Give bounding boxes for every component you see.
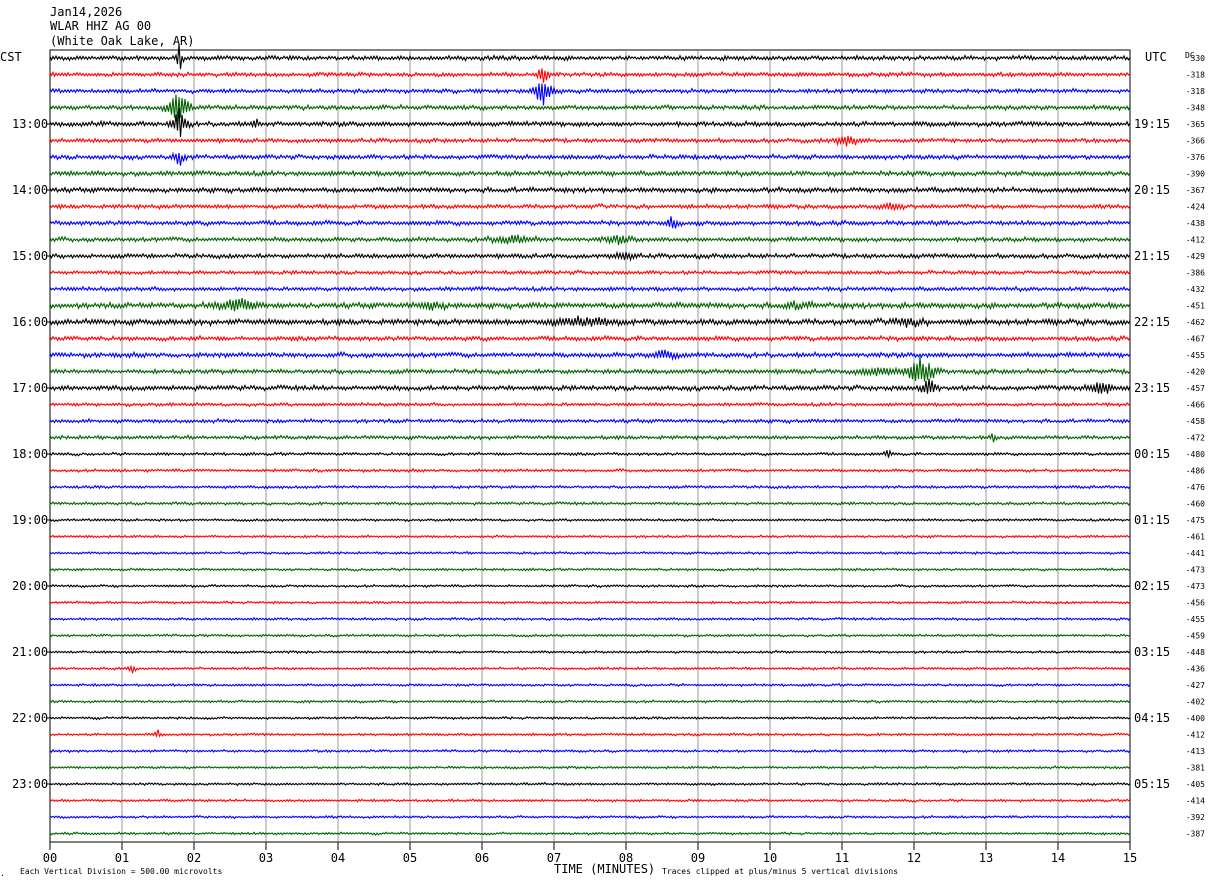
dc-offset-label: -414 (1186, 797, 1205, 806)
dc-offset-label: -459 (1186, 632, 1205, 641)
dc-offset-label: -473 (1186, 582, 1205, 591)
footer-scale-note: Each Vertical Division = 500.00 microvol… (20, 867, 222, 876)
right-hour-label: 23:15 (1134, 381, 1170, 395)
dc-offset-label: 330 (1191, 54, 1206, 63)
dc-offset-label: -475 (1186, 516, 1205, 525)
dc-offset-label: -467 (1186, 335, 1205, 344)
dc-offset-label: -456 (1186, 599, 1205, 608)
x-tick-label: 12 (907, 851, 921, 865)
dc-offset-label: -432 (1186, 285, 1205, 294)
header-location: (White Oak Lake, AR) (50, 34, 195, 48)
footer-clip-note: Traces clipped at plus/minus 5 vertical … (662, 867, 898, 876)
dc-offset-label: -390 (1186, 170, 1205, 179)
dc-offset-label: -451 (1186, 302, 1205, 311)
left-timezone-label: CST (0, 50, 22, 64)
x-tick-label: 15 (1123, 851, 1137, 865)
right-hour-label: 03:15 (1134, 645, 1170, 659)
right-hour-label: 01:15 (1134, 513, 1170, 527)
x-axis-title: TIME (MINUTES) (554, 862, 655, 876)
dc-offset-label: -429 (1186, 252, 1205, 261)
dc-offset-label: -413 (1186, 747, 1205, 756)
left-hour-label: 22:00 (12, 711, 48, 725)
right-hour-label: 00:15 (1134, 447, 1170, 461)
right-hour-label: 21:15 (1134, 249, 1170, 263)
dc-offset-label: -473 (1186, 566, 1205, 575)
x-tick-label: 09 (691, 851, 705, 865)
dc-offset-label: -400 (1186, 714, 1205, 723)
dc-offset-label: -376 (1186, 153, 1205, 162)
right-timezone-label: UTC (1145, 50, 1167, 64)
dc-offset-label: -365 (1186, 120, 1205, 129)
dc-offset-label: -402 (1186, 698, 1205, 707)
dc-offset-label: -367 (1186, 186, 1205, 195)
x-tick-label: 10 (763, 851, 777, 865)
dc-offset-label: -457 (1186, 384, 1205, 393)
dc-offset-label: -466 (1186, 401, 1205, 410)
dc-offset-label: -318 (1186, 87, 1205, 96)
dc-offset-label: -480 (1186, 450, 1205, 459)
left-hour-label: 19:00 (12, 513, 48, 527)
dc-offset-label: -461 (1186, 533, 1205, 542)
dc-offset-label: -438 (1186, 219, 1205, 228)
dc-offset-label: -318 (1186, 71, 1205, 80)
header-date: Jan14,2026 (50, 5, 122, 19)
left-hour-label: 14:00 (12, 183, 48, 197)
left-hour-label: 21:00 (12, 645, 48, 659)
left-hour-label: 20:00 (12, 579, 48, 593)
right-hour-label: 04:15 (1134, 711, 1170, 725)
dc-offset-label: -348 (1186, 104, 1205, 113)
x-tick-label: 05 (403, 851, 417, 865)
dc-offset-label: -366 (1186, 137, 1205, 146)
dc-offset-label: -387 (1186, 830, 1205, 839)
dc-offset-label: -386 (1186, 269, 1205, 278)
left-hour-label: 23:00 (12, 777, 48, 791)
dc-offset-label: -412 (1186, 236, 1205, 245)
left-hour-label: 13:00 (12, 117, 48, 131)
dc-offset-label: -455 (1186, 615, 1205, 624)
dc-offset-label: -448 (1186, 648, 1205, 657)
left-hour-label: 18:00 (12, 447, 48, 461)
footer-corner-mark: . (0, 869, 5, 878)
x-tick-label: 13 (979, 851, 993, 865)
left-hour-label: 17:00 (12, 381, 48, 395)
x-tick-label: 02 (187, 851, 201, 865)
dc-offset-label: -424 (1186, 203, 1205, 212)
dc-offset-label: -455 (1186, 351, 1205, 360)
x-tick-label: 14 (1051, 851, 1065, 865)
dc-offset-label: -441 (1186, 549, 1205, 558)
x-tick-label: 01 (115, 851, 129, 865)
x-tick-label: 00 (43, 851, 57, 865)
dc-offset-label: -427 (1186, 681, 1205, 690)
dc-offset-label: -412 (1186, 731, 1205, 740)
dc-offset-label: -405 (1186, 780, 1205, 789)
right-hour-label: 19:15 (1134, 117, 1170, 131)
dc-offset-label: -392 (1186, 813, 1205, 822)
dc-offset-label: -460 (1186, 500, 1205, 509)
helicorder-chart: Jan14,2026 WLAR HHZ AG 00 (White Oak Lak… (0, 0, 1210, 886)
dc-offset-label: -420 (1186, 368, 1205, 377)
dc-offset-label: -486 (1186, 467, 1205, 476)
right-hour-label: 05:15 (1134, 777, 1170, 791)
left-hour-label: 15:00 (12, 249, 48, 263)
dc-offset-label: -472 (1186, 434, 1205, 443)
left-hour-label: 16:00 (12, 315, 48, 329)
dc-offset-label: -381 (1186, 764, 1205, 773)
dc-offset-label: -476 (1186, 483, 1205, 492)
right-hour-label: 22:15 (1134, 315, 1170, 329)
x-tick-label: 03 (259, 851, 273, 865)
x-tick-label: 06 (475, 851, 489, 865)
right-hour-label: 20:15 (1134, 183, 1170, 197)
dc-offset-label: -462 (1186, 318, 1205, 327)
dc-offset-label: -436 (1186, 665, 1205, 674)
right-hour-label: 02:15 (1134, 579, 1170, 593)
x-tick-label: 11 (835, 851, 849, 865)
x-tick-label: 04 (331, 851, 345, 865)
dc-offset-label: -458 (1186, 417, 1205, 426)
header-station: WLAR HHZ AG 00 (50, 19, 151, 33)
